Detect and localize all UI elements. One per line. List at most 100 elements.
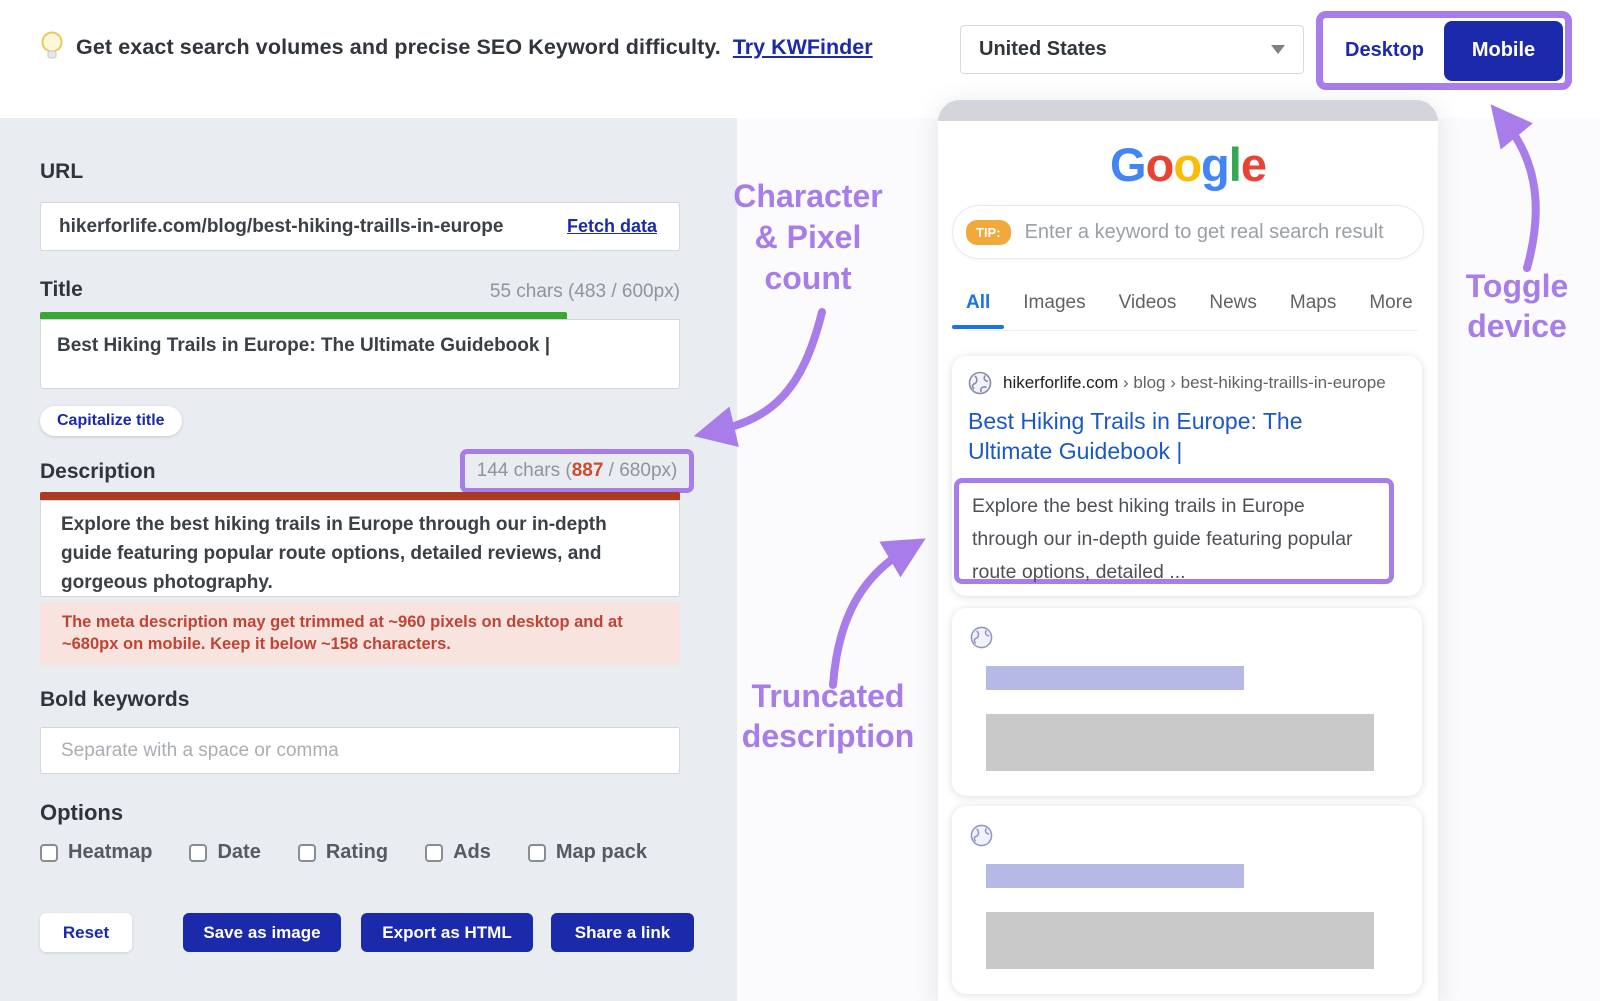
date-checkbox[interactable] (189, 844, 207, 862)
ads-checkbox[interactable] (425, 844, 443, 862)
search-input-pill[interactable]: TIP: Enter a keyword to get real search … (952, 205, 1424, 259)
url-label: URL (40, 160, 83, 184)
annotation-line: Character (712, 176, 904, 217)
toggle-arrow (1505, 122, 1536, 268)
tab-more[interactable]: More (1369, 292, 1412, 314)
description-input[interactable]: Explore the best hiking trails in Europe… (40, 500, 680, 597)
google-logo: Google (938, 137, 1438, 192)
title-label: Title (40, 278, 83, 302)
title-length-bar (40, 312, 567, 319)
mobile-toggle-button[interactable]: Mobile (1444, 21, 1563, 81)
placeholder-result-card (952, 608, 1422, 796)
truncated-arrow (833, 550, 906, 685)
rating-label: Rating (326, 841, 388, 864)
option-map-pack[interactable]: Map pack (528, 841, 647, 864)
truncated-description-annotation: Truncated description (728, 676, 928, 756)
capitalize-title-button[interactable]: Capitalize title (40, 406, 182, 436)
device-toggle-highlight: Desktop Mobile (1316, 11, 1572, 90)
option-heatmap[interactable]: Heatmap (40, 841, 152, 864)
search-result-card: hikerforlife.com › blog › best-hiking-tr… (952, 356, 1422, 596)
google-letter: o (1146, 138, 1174, 191)
save-as-image-button[interactable]: Save as image (183, 913, 341, 952)
placeholder-result-card (952, 806, 1422, 994)
phone-status-bar (938, 100, 1438, 121)
google-letter: e (1241, 138, 1266, 191)
description-label: Description (40, 460, 156, 484)
serp-simulator-page: Get exact search volumes and precise SEO… (0, 0, 1600, 1001)
title-char-count: 55 chars (483 / 600px) (400, 281, 680, 303)
bold-keywords-label: Bold keywords (40, 688, 189, 712)
tab-videos[interactable]: Videos (1119, 292, 1177, 314)
description-length-bar (40, 492, 680, 500)
annotation-line: Toggle (1444, 266, 1590, 306)
google-letter: g (1201, 138, 1229, 191)
placeholder-description-bar (986, 714, 1374, 771)
breadcrumb-path: › blog › best-hiking-traills-in-europe (1118, 373, 1385, 392)
annotation-line: device (1444, 306, 1590, 346)
option-rating[interactable]: Rating (298, 841, 388, 864)
globe-favicon-icon (970, 626, 993, 649)
options-label: Options (40, 800, 123, 826)
truncated-description-highlight: Explore the best hiking trails in Europe… (954, 478, 1394, 584)
count-prefix: 144 chars ( (477, 460, 572, 481)
annotation-line: & Pixel (712, 217, 904, 258)
placeholder-description-bar (986, 912, 1374, 969)
placeholder-title-bar (986, 666, 1244, 690)
heatmap-checkbox[interactable] (40, 844, 58, 862)
map-pack-label: Map pack (556, 841, 647, 864)
google-letter: G (1110, 138, 1146, 191)
export-as-html-button[interactable]: Export as HTML (361, 913, 533, 952)
annotation-line: description (728, 716, 928, 756)
tab-news[interactable]: News (1209, 292, 1257, 314)
character-pixel-count-annotation: Character & Pixel count (712, 176, 904, 299)
count-pixels-over: 887 (572, 460, 604, 481)
google-letter: l (1229, 138, 1241, 191)
count-suffix: / 680px) (603, 460, 677, 481)
option-ads[interactable]: Ads (425, 841, 491, 864)
rating-checkbox[interactable] (298, 844, 316, 862)
tip-badge: TIP: (966, 220, 1011, 245)
toggle-device-annotation: Toggle device (1444, 266, 1590, 346)
bold-keywords-input[interactable] (40, 727, 680, 774)
annotation-line: Truncated (728, 676, 928, 716)
try-kwfinder-link[interactable]: Try KWFinder (733, 35, 873, 60)
description-char-count: 144 chars (887 / 680px) (477, 460, 678, 482)
google-letter: o (1173, 138, 1201, 191)
share-a-link-button[interactable]: Share a link (551, 913, 694, 952)
description-warning: The meta description may get trimmed at … (40, 602, 680, 665)
placeholder-title-bar (986, 864, 1244, 888)
breadcrumb-domain: hikerforlife.com (1003, 373, 1118, 392)
map-pack-checkbox[interactable] (528, 844, 546, 862)
result-snippet: Explore the best hiking trails in Europe… (972, 490, 1376, 589)
heatmap-label: Heatmap (68, 841, 152, 864)
url-input[interactable] (59, 216, 567, 238)
option-date[interactable]: Date (189, 841, 260, 864)
reset-button[interactable]: Reset (40, 913, 132, 952)
globe-favicon-icon (970, 824, 993, 847)
date-label: Date (217, 841, 260, 864)
chevron-down-icon (1271, 45, 1285, 54)
result-title-link[interactable]: Best Hiking Trails in Europe: The Ultima… (968, 406, 1388, 466)
url-input-box: Fetch data (40, 202, 680, 251)
search-placeholder: Enter a keyword to get real search resul… (1025, 221, 1384, 244)
result-breadcrumb: hikerforlife.com › blog › best-hiking-tr… (968, 371, 1406, 395)
mobile-serp-preview: Google TIP: Enter a keyword to get real … (938, 100, 1438, 1001)
tab-maps[interactable]: Maps (1290, 292, 1336, 314)
serp-tabs: All Images Videos News Maps More (966, 292, 1418, 331)
description-count-highlight: 144 chars (887 / 680px) (460, 449, 694, 493)
lightbulb-icon (40, 30, 64, 64)
title-input[interactable]: Best Hiking Trails in Europe: The Ultima… (40, 319, 680, 389)
ads-label: Ads (453, 841, 491, 864)
globe-favicon-icon (968, 371, 992, 395)
kwfinder-promo: Get exact search volumes and precise SEO… (40, 30, 873, 64)
promo-text: Get exact search volumes and precise SEO… (76, 35, 721, 60)
tab-images[interactable]: Images (1023, 292, 1085, 314)
breadcrumb-text: hikerforlife.com › blog › best-hiking-tr… (1003, 373, 1386, 393)
country-dropdown-value: United States (979, 38, 1107, 61)
desktop-toggle-button[interactable]: Desktop (1325, 21, 1444, 81)
tab-all[interactable]: All (966, 292, 990, 314)
annotation-line: count (712, 258, 904, 299)
fetch-data-link[interactable]: Fetch data (567, 216, 657, 237)
options-row: Heatmap Date Rating Ads Map pack (40, 841, 647, 864)
country-dropdown[interactable]: United States (960, 25, 1304, 74)
